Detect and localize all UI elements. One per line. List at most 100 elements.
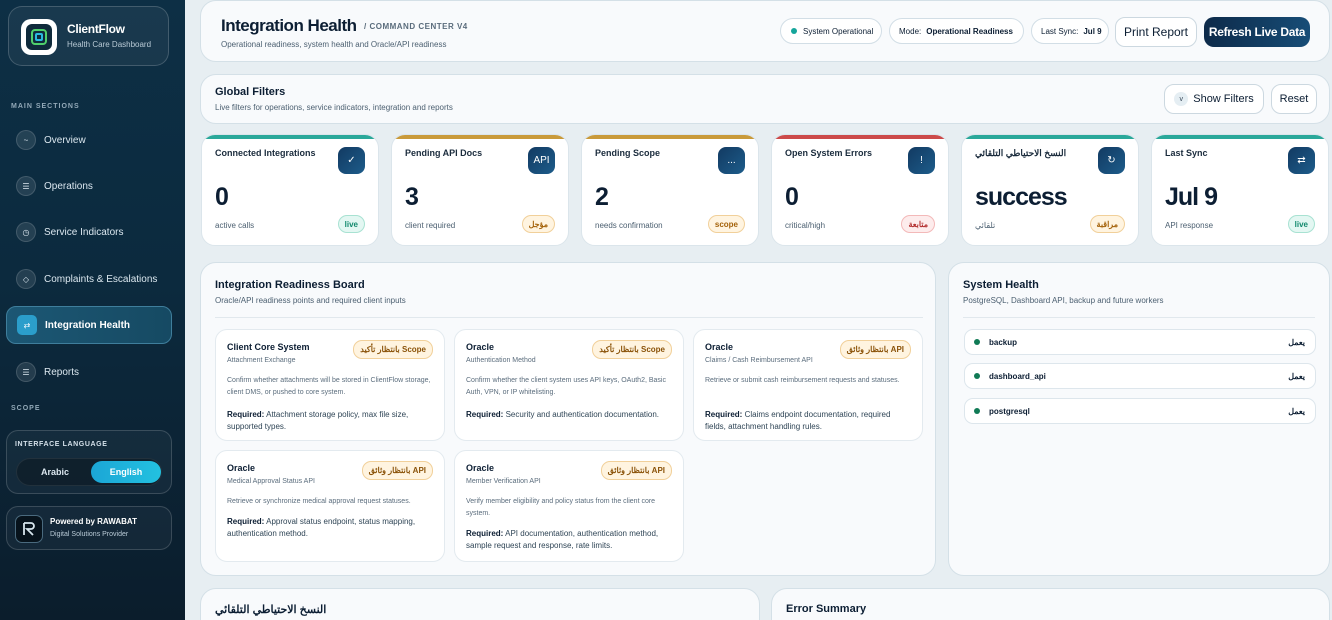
page-badge: / COMMAND CENTER V4 — [364, 22, 468, 31]
language-title: INTERFACE LANGUAGE — [15, 441, 108, 448]
sidebar-item-label: Reports — [44, 366, 80, 378]
kpi-card-last-sync: Last Sync ⇄ Jul 9 API response live — [1151, 134, 1329, 246]
auto-backup-panel: النسخ الاحتياطي التلقائي — [200, 588, 760, 620]
status-dot-icon — [974, 339, 980, 345]
mode-value: Operational Readiness — [926, 26, 1013, 36]
powered-by-card: Powered by RAWABAT Digital Solutions Pro… — [6, 506, 172, 550]
powered-subtitle: Digital Solutions Provider — [50, 531, 129, 538]
card-required: Required: Claims endpoint documentation,… — [705, 409, 911, 433]
health-title: System Health — [963, 279, 1039, 291]
show-filters-button[interactable]: v Show Filters — [1164, 84, 1264, 114]
kpi-card-open-system-errors: Open System Errors ! 0 critical/high متا… — [771, 134, 949, 246]
required-label: Required: — [466, 529, 504, 538]
health-service-status: يعمل — [1288, 371, 1305, 381]
kpi-card-connected-integrations: Connected Integrations ✓ 0 active calls … — [201, 134, 379, 246]
status-dot-icon — [974, 408, 980, 414]
health-row: backup يعمل — [964, 329, 1316, 355]
page-title: Integration Health — [221, 16, 357, 35]
brand-subtitle: Health Care Dashboard — [67, 40, 152, 49]
card-description: Retrieve or synchronize medical approval… — [227, 498, 411, 505]
error-summary-title: Error Summary — [786, 603, 867, 615]
sidebar-item-service-indicators[interactable]: ◷ Service Indicators — [6, 213, 172, 251]
backup-title: النسخ الاحتياطي التلقائي — [215, 604, 327, 616]
required-label: Required: — [705, 410, 743, 419]
status-text: System Operational — [803, 26, 874, 36]
kpi-footnote: needs confirmation — [595, 221, 663, 230]
health-service-name: postgresql — [989, 406, 1030, 416]
sidebar-item-overview[interactable]: ~ Overview — [6, 121, 172, 159]
card-status-tag: بانتظار وثائق API — [600, 461, 672, 480]
list-icon: ☰ — [16, 176, 36, 196]
card-title: Oracle — [466, 342, 495, 352]
kpi-value: 2 — [595, 183, 609, 211]
card-required: Required: Attachment storage policy, max… — [227, 409, 433, 433]
print-report-button[interactable]: Print Report — [1115, 17, 1197, 47]
status-dot-icon — [791, 28, 797, 34]
status-dot-icon — [974, 373, 980, 379]
clock-icon: ◷ — [16, 222, 36, 242]
scope-label: SCOPE — [11, 405, 41, 412]
brand-title: ClientFlow — [67, 22, 125, 36]
card-subtitle: Member Verification API — [466, 478, 541, 485]
mode-pill: Mode: Operational Readiness — [889, 18, 1024, 44]
required-text: Security and authentication documentatio… — [505, 410, 660, 419]
language-toggle: Arabic English — [16, 458, 162, 486]
kpi-title: النسخ الاحتياطي التلقائي — [975, 148, 1067, 158]
kpi-footnote: API response — [1165, 221, 1214, 230]
sidebar: ClientFlow Health Care Dashboard MAIN SE… — [0, 0, 185, 620]
sidebar-item-complaints[interactable]: ◇ Complaints & Escalations — [6, 260, 172, 298]
list-icon: ☰ — [16, 362, 36, 382]
refresh-live-data-button[interactable]: Refresh Live Data — [1204, 17, 1310, 47]
sidebar-item-label: Integration Health — [45, 319, 131, 331]
card-description: Verify member eligibility and policy sta… — [466, 498, 656, 517]
language-option-english[interactable]: English — [91, 461, 161, 483]
diamond-icon: ◇ — [16, 269, 36, 289]
sidebar-item-label: Complaints & Escalations — [44, 273, 158, 285]
kpi-footnote: active calls — [215, 221, 255, 230]
sync-pill: Last Sync: Jul 9 — [1031, 18, 1109, 44]
kpi-footnote: critical/high — [785, 221, 826, 230]
kpi-tag: scope — [707, 215, 745, 233]
required-label: Required: — [466, 410, 504, 419]
kpi-value: Jul 9 — [1165, 183, 1218, 211]
alert-icon: ! — [908, 147, 935, 174]
sidebar-item-reports[interactable]: ☰ Reports — [6, 353, 172, 391]
board-subtitle: Oracle/API readiness points and required… — [215, 296, 406, 305]
brand-card[interactable]: ClientFlow Health Care Dashboard — [8, 6, 169, 66]
powered-title: Powered by RAWABAT — [50, 517, 137, 526]
rawabat-logo-icon — [15, 515, 43, 543]
kpi-card-pending-scope: Pending Scope ... 2 needs confirmation s… — [581, 134, 759, 246]
kpi-card-auto-backup: النسخ الاحتياطي التلقائي ↻ success تلقائ… — [961, 134, 1139, 246]
card-status-tag: بانتظار تأكيد Scope — [592, 340, 672, 359]
language-option-arabic[interactable]: Arabic — [20, 461, 90, 483]
card-subtitle: Attachment Exchange — [227, 357, 296, 364]
sync-label: Last Sync: — [1041, 26, 1079, 36]
card-required: Required: Security and authentication do… — [466, 409, 672, 421]
reset-button[interactable]: Reset — [1271, 84, 1317, 114]
card-subtitle: Medical Approval Status API — [227, 478, 315, 485]
integration-card[interactable]: Oracle Medical Approval Status API بانتظ… — [215, 450, 445, 562]
integration-card[interactable]: Client Core System Attachment Exchange ب… — [215, 329, 445, 441]
health-service-name: dashboard_api — [989, 371, 1046, 381]
kpi-tag: مؤجل — [521, 215, 555, 233]
card-title: Oracle — [705, 342, 734, 352]
kpi-tag: متابعة — [901, 215, 935, 233]
integration-card[interactable]: Oracle Authentication Method بانتظار تأك… — [454, 329, 684, 441]
kpi-accent-bar — [392, 135, 568, 139]
kpi-footnote: تلقائي — [975, 221, 996, 230]
health-service-status: يعمل — [1288, 406, 1305, 416]
card-description: Retrieve or submit cash reimbursement re… — [705, 377, 900, 384]
pulse-icon: ~ — [16, 130, 36, 150]
kpi-value: 0 — [785, 183, 799, 211]
card-title: Client Core System — [227, 342, 310, 352]
page-subtitle: Operational readiness, system health and… — [221, 40, 447, 49]
integration-card[interactable]: Oracle Member Verification API بانتظار و… — [454, 450, 684, 562]
card-required: Required: Approval status endpoint, stat… — [227, 516, 433, 540]
status-pill: System Operational — [780, 18, 882, 44]
integration-card[interactable]: Oracle Claims / Cash Reimbursement API ب… — [693, 329, 923, 441]
sidebar-item-operations[interactable]: ☰ Operations — [6, 167, 172, 205]
ellipsis-icon: ... — [718, 147, 745, 174]
sidebar-item-label: Service Indicators — [44, 226, 124, 238]
kpi-tag: مراقبة — [1089, 215, 1125, 233]
sidebar-item-integration-health[interactable]: ⇄ Integration Health — [6, 306, 172, 344]
